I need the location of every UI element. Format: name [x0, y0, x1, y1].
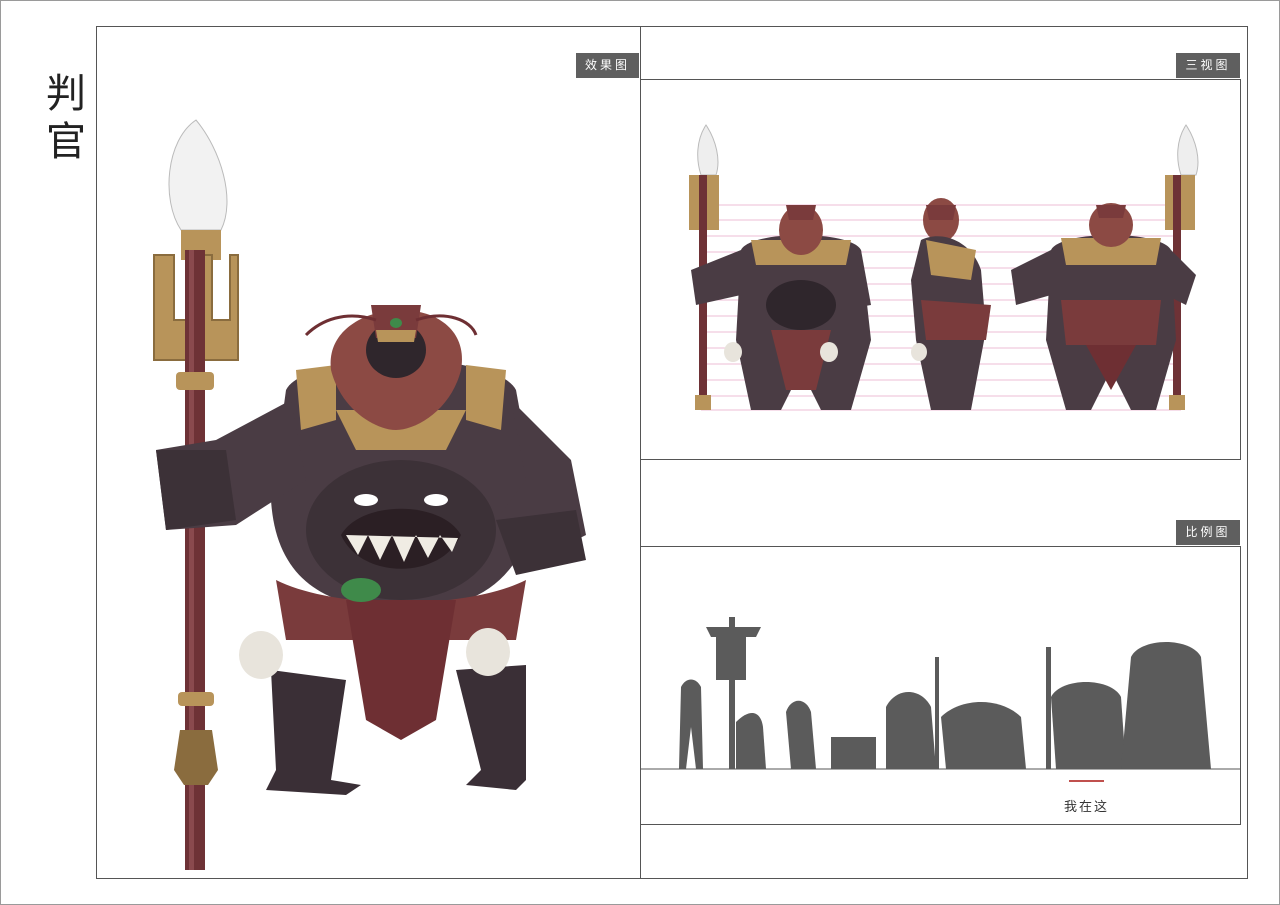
back-view	[1011, 124, 1199, 410]
front-view	[689, 124, 871, 410]
tag-scale-comparison: 比例图	[1176, 520, 1240, 545]
tag-turnaround: 三视图	[1176, 53, 1240, 78]
turnaround-views	[689, 124, 1199, 411]
character-illustration	[153, 119, 586, 870]
title-char-2: 官	[46, 119, 86, 165]
silhouette-lineup	[641, 617, 1241, 782]
side-view	[911, 198, 991, 410]
judge-character	[156, 305, 586, 795]
silhouettes	[679, 617, 1211, 769]
marker-caption: 我在这	[1064, 800, 1110, 815]
vertical-title: 判 官	[44, 70, 88, 166]
title-char-1: 判	[46, 71, 86, 117]
tag-main-illustration: 效果图	[576, 53, 639, 78]
